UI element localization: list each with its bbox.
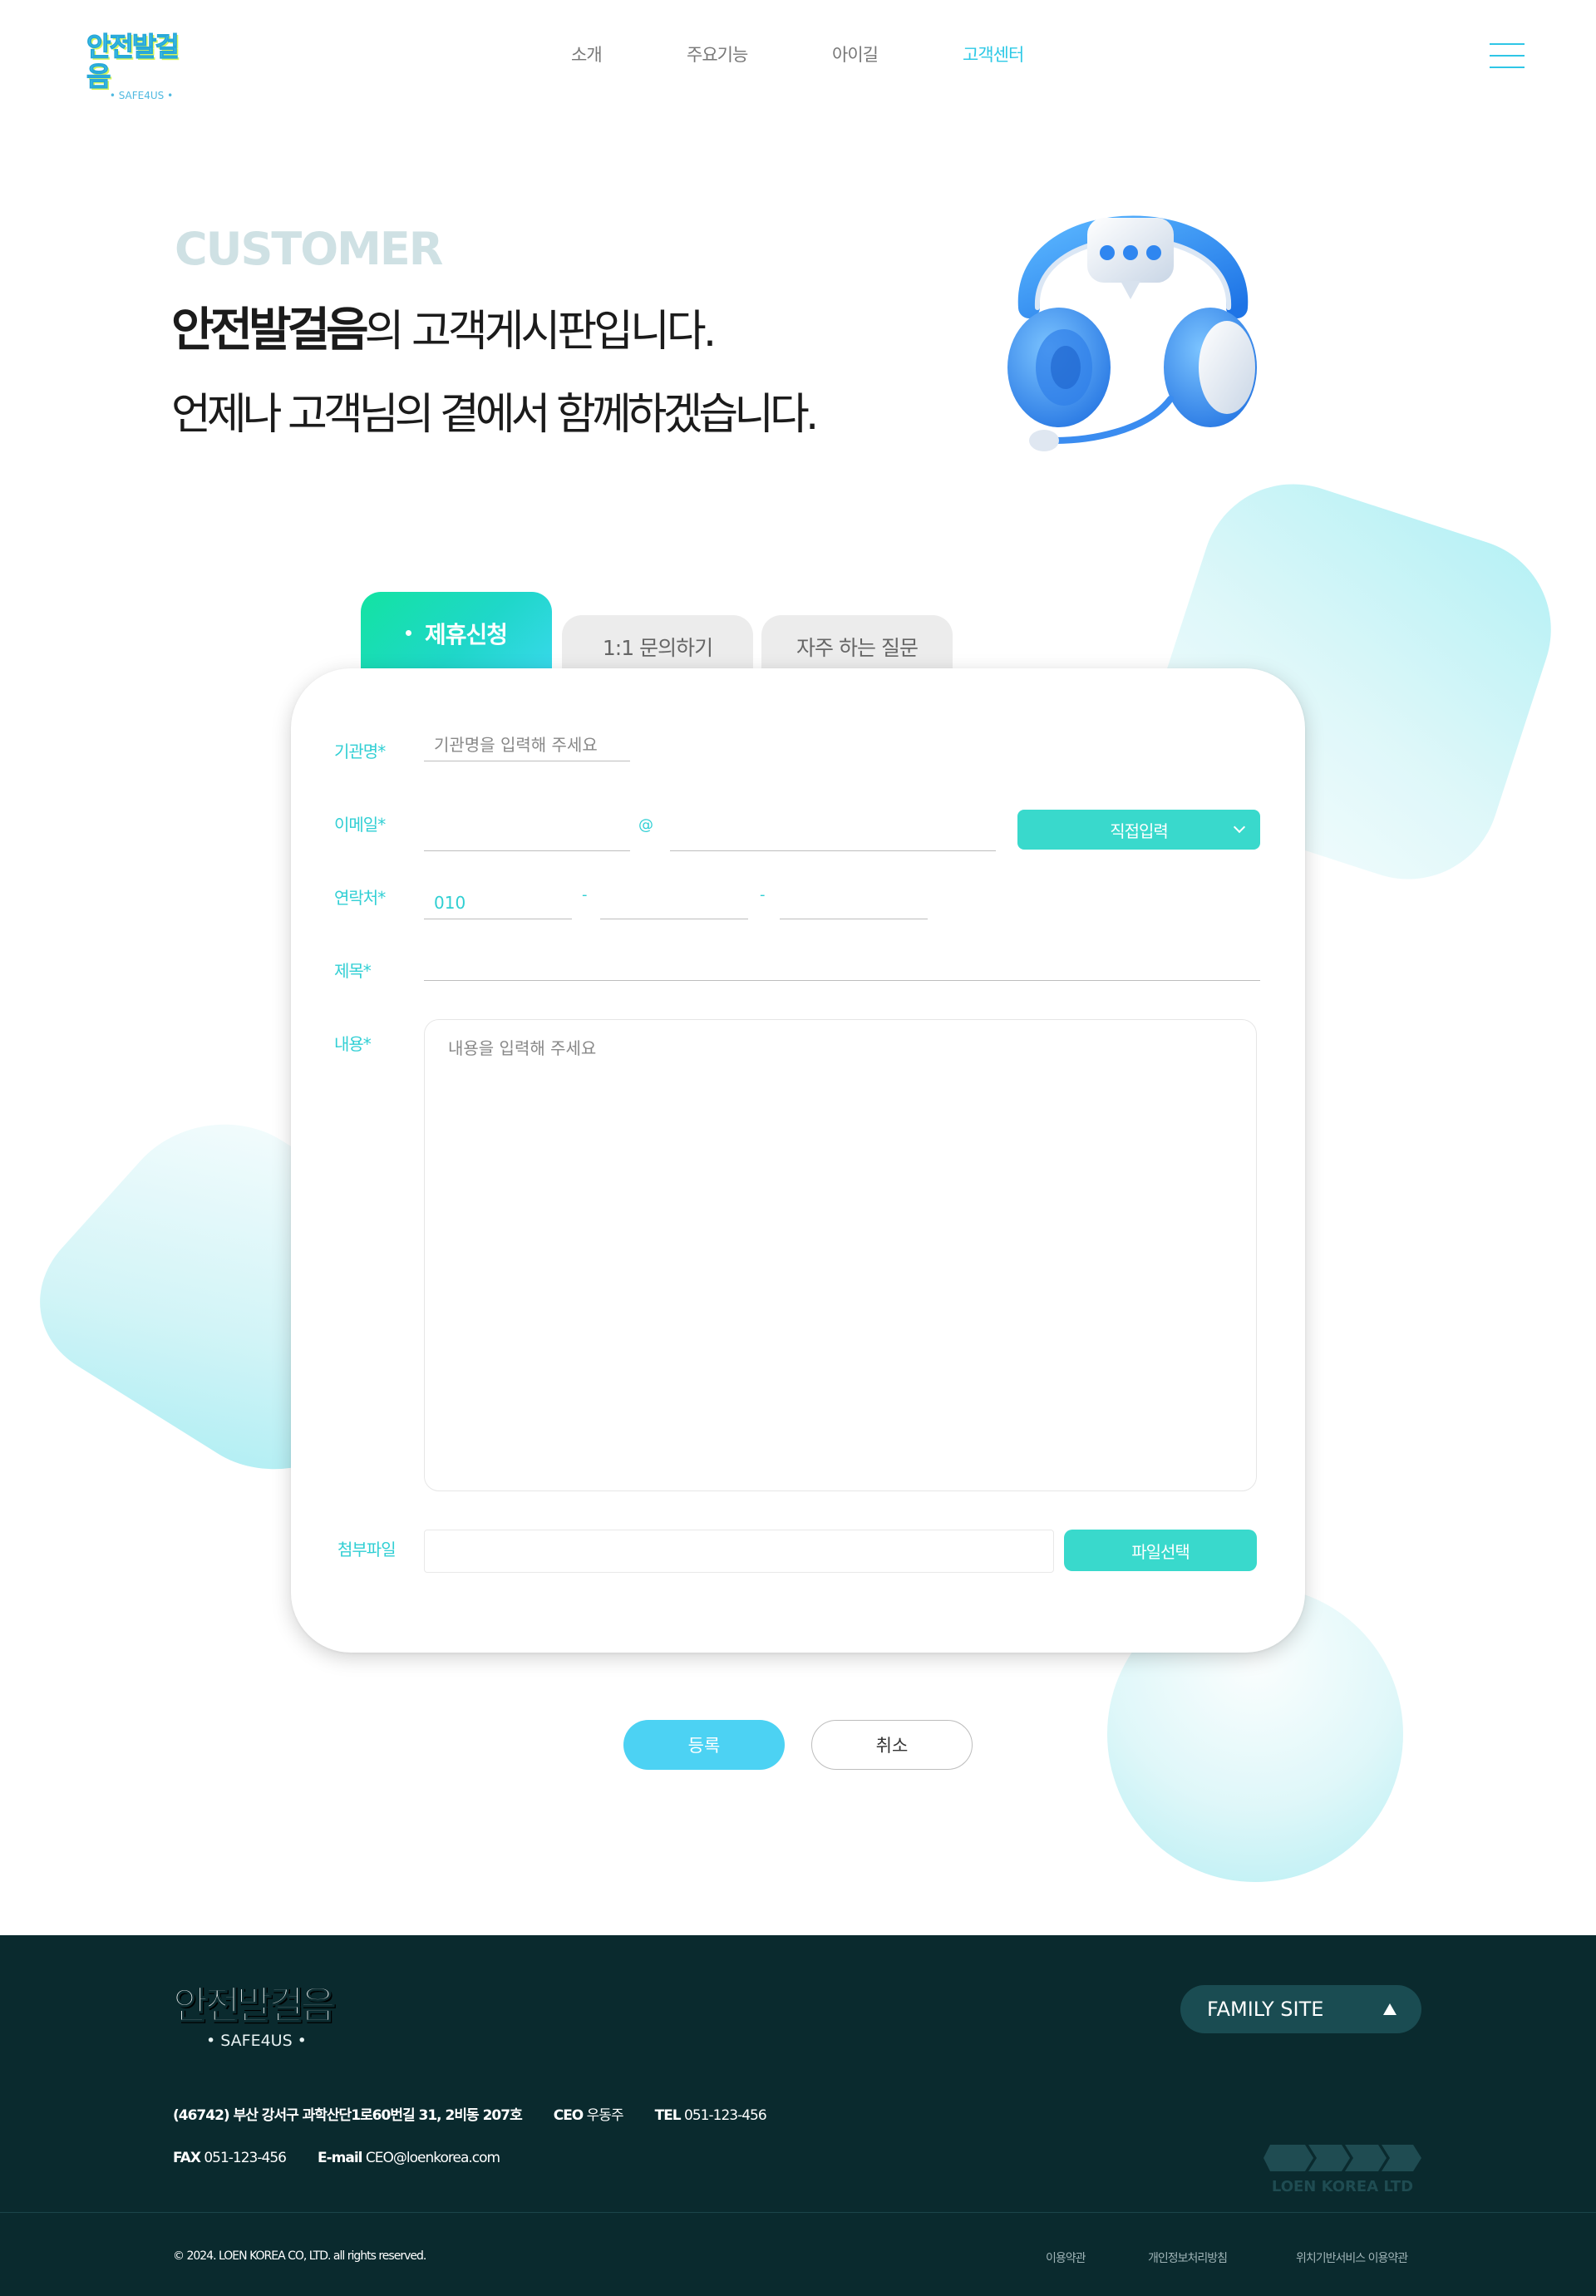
- footer-logo-subtitle: • SAFE4US •: [206, 2032, 307, 2050]
- hero-title: 안전발걸음의 고객게시판입니다.: [171, 293, 717, 360]
- hero-title-rest: 의 고객게시판입니다.: [364, 307, 717, 357]
- email-domain-select-label: 직접입력: [1110, 820, 1169, 841]
- tab-inquiry-label: 1:1 문의하기: [602, 636, 713, 660]
- phone-separator: -: [582, 886, 588, 904]
- footer-company-info: (46742) 부산 강서구 과학산단1로60번길 31, 2비동 207호 CE…: [173, 2103, 767, 2124]
- tab-partnership-label: 제휴신청: [424, 621, 508, 648]
- hero-title-brand: 안전발걸음: [171, 303, 369, 357]
- nav-item-customer-center[interactable]: 고객센터: [963, 42, 1024, 67]
- phone-middle-input[interactable]: [600, 886, 748, 919]
- footer-link-privacy[interactable]: 개인정보처리방침: [1148, 2249, 1228, 2266]
- nav-item-about[interactable]: 소개: [571, 42, 603, 67]
- triangle-up-icon: [1383, 2003, 1396, 2015]
- footer-tel: 051-123-456: [684, 2107, 767, 2124]
- footer-fax: 051-123-456: [204, 2150, 287, 2166]
- org-input[interactable]: [424, 728, 630, 761]
- site-footer: 안전발걸음 • SAFE4US • FAMILY SITE (46742) 부산…: [0, 1935, 1596, 2296]
- footer-tel-label: TEL: [654, 2107, 682, 2124]
- content-label: 내용*: [334, 1034, 372, 1054]
- family-site-button[interactable]: FAMILY SITE: [1180, 1985, 1421, 2033]
- phone-label: 연락처*: [334, 888, 386, 908]
- company-mark-text: LOEN KOREA LTD: [1271, 2178, 1414, 2195]
- phone-last-input[interactable]: [780, 886, 928, 919]
- subject-input[interactable]: [424, 948, 1260, 981]
- footer-contact-info: FAX 051-123-456 E-mail CEO@loenkorea.com: [173, 2150, 500, 2166]
- cancel-button[interactable]: 취소: [811, 1720, 973, 1770]
- headset-icon: [1007, 215, 1257, 451]
- footer-copyright: © 2024. LOEN KOREA CO, LTD. all rights r…: [173, 2249, 426, 2263]
- footer-fax-label: FAX: [173, 2150, 201, 2166]
- content-textarea[interactable]: [424, 1019, 1257, 1491]
- footer-address: (46742) 부산 강서구 과학산단1로60번길 31, 2비동 207호: [173, 2107, 523, 2124]
- company-chevron-logo: [1264, 2145, 1421, 2171]
- nav-item-ai-gil[interactable]: 아이길: [832, 42, 879, 67]
- file-select-button[interactable]: 파일선택: [1064, 1530, 1257, 1571]
- footer-logo-wordmark: 안전발걸음: [172, 1982, 336, 2028]
- file-label: 첨부파일: [337, 1540, 397, 1559]
- subject-label: 제목*: [334, 961, 372, 981]
- footer-email-label: E-mail: [317, 2150, 363, 2166]
- phone-prefix-input[interactable]: [424, 886, 572, 919]
- tab-faq-label: 자주 하는 질문: [796, 636, 919, 660]
- nav-item-features[interactable]: 주요기능: [687, 42, 748, 67]
- submit-button[interactable]: 등록: [623, 1720, 785, 1770]
- email-label: 이메일*: [334, 815, 386, 835]
- footer-divider: [0, 2212, 1596, 2213]
- footer-link-terms[interactable]: 이용약관: [1046, 2249, 1086, 2266]
- phone-separator: -: [760, 886, 766, 904]
- email-domain-input[interactable]: [670, 818, 996, 851]
- chevron-down-icon: [1233, 820, 1246, 834]
- footer-logo[interactable]: 안전발걸음 • SAFE4US •: [172, 1975, 336, 2050]
- partnership-form: 기관명* 이메일* @ 직접입력 연락처* - - 제목* 내용* 첨부파일 파…: [291, 668, 1305, 1653]
- menu-icon[interactable]: [1490, 43, 1525, 68]
- tab-active-dot: [405, 630, 411, 636]
- footer-link-location-terms[interactable]: 위치기반서비스 이용약관: [1296, 2249, 1408, 2266]
- main-nav: 소개 주요기능 아이길 고객센터: [0, 42, 1596, 68]
- org-label: 기관명*: [334, 742, 386, 761]
- hero-subtitle: 언제나 고객님의 곁에서 함께하겠습니다.: [171, 390, 819, 440]
- footer-ceo-label: CEO: [553, 2107, 584, 2124]
- site-header: 안전발걸음 • SAFE4US • 소개 주요기능 아이길 고객센터: [0, 0, 1596, 108]
- email-local-input[interactable]: [424, 818, 630, 851]
- file-name-field[interactable]: [424, 1530, 1054, 1573]
- email-domain-select[interactable]: 직접입력: [1017, 810, 1260, 850]
- footer-email: CEO@loenkorea.com: [365, 2150, 500, 2166]
- footer-ceo: 우동주: [586, 2107, 624, 2124]
- email-at-sign: @: [638, 816, 653, 834]
- family-site-label: FAMILY SITE: [1207, 1998, 1324, 2021]
- hero-eyebrow: CUSTOMER: [175, 223, 443, 275]
